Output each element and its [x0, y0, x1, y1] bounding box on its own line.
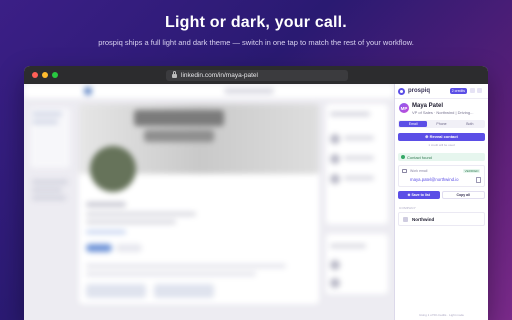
brand-name: prospiq	[408, 88, 430, 94]
contact-type-tabs: Email Phone Both	[398, 120, 485, 128]
browser-window: linkedin.com/in/maya-patel prospiq 2 cre…	[24, 66, 488, 320]
email-result-card: Work email VERIFIED maya.patel@northwind…	[398, 165, 485, 187]
tab-phone[interactable]: Phone	[427, 121, 455, 127]
panel-header: prospiq 2 credits	[395, 84, 488, 99]
subhead: prospiq ships a full light and dark them…	[98, 38, 414, 47]
copy-all-button[interactable]: Copy all	[441, 191, 485, 199]
tab-email[interactable]: Email	[399, 121, 428, 127]
theme-toggle-icon[interactable]	[470, 88, 475, 93]
action-row: ⊕ Save to list Copy all	[398, 191, 485, 199]
check-icon	[401, 155, 405, 159]
close-window-button[interactable]	[32, 72, 38, 78]
prospiq-logo-icon	[398, 87, 405, 95]
copy-icon[interactable]	[476, 177, 481, 183]
contact-found-banner: Contact found	[398, 153, 485, 161]
company-name: Northwind	[412, 216, 435, 222]
lock-icon	[172, 71, 177, 78]
company-card[interactable]: Northwind	[398, 212, 485, 226]
address-bar[interactable]: linkedin.com/in/maya-patel	[166, 70, 348, 81]
address-bar-url: linkedin.com/in/maya-patel	[181, 72, 258, 79]
profile-name: Maya Patel	[412, 103, 444, 109]
blurred-webpage	[24, 84, 394, 320]
reveal-hint: 1 credit will be used	[428, 143, 455, 147]
email-label: Work email	[410, 169, 428, 173]
company-section-label: COMPANY	[399, 206, 417, 210]
minimize-window-button[interactable]	[42, 72, 48, 78]
profile-title: VP of Sales · Northwind | Driving...	[412, 110, 474, 115]
reveal-contact-button[interactable]: ⊕ Reveal contact	[398, 133, 485, 141]
maximize-window-button[interactable]	[52, 72, 58, 78]
avatar: MP	[399, 103, 409, 113]
profile-summary: MP Maya Patel VP of Sales · Northwind | …	[395, 99, 488, 118]
browser-titlebar: linkedin.com/in/maya-patel	[24, 66, 488, 84]
headline: Light or dark, your call.	[165, 14, 347, 31]
credits-badge[interactable]: 2 credits	[449, 87, 467, 94]
contact-found-label: Contact found	[407, 154, 432, 160]
company-logo-icon	[403, 216, 408, 222]
extension-panel: prospiq 2 credits MP Maya Patel VP of Sa…	[394, 84, 488, 320]
email-value[interactable]: maya.patel@northwind.io	[410, 177, 459, 182]
mail-icon	[402, 169, 407, 173]
tab-both[interactable]: Both	[456, 121, 484, 127]
close-panel-icon[interactable]	[477, 88, 482, 93]
verified-badge: VERIFIED	[463, 168, 480, 173]
panel-footer: Using 1 of 50 credits · Light mode	[419, 313, 464, 317]
save-to-list-button[interactable]: ⊕ Save to list	[398, 191, 440, 199]
